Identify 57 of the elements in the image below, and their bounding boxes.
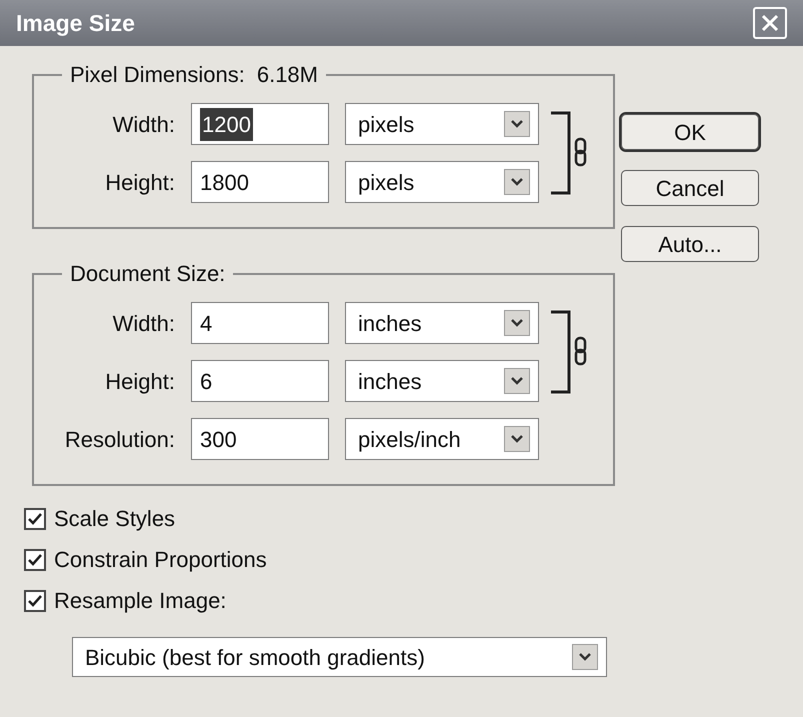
field-value: 300 bbox=[200, 426, 237, 454]
unit-dropdown[interactable]: pixels bbox=[345, 161, 539, 203]
unit-dropdown[interactable]: pixels/inch bbox=[345, 418, 539, 460]
checkbox-label: Resample Image: bbox=[54, 587, 226, 615]
dropdown-arrow-button[interactable] bbox=[504, 111, 530, 137]
chevron-down-icon bbox=[510, 376, 524, 386]
checkbox-label: Scale Styles bbox=[54, 505, 176, 533]
input-field[interactable]: 300 bbox=[191, 418, 329, 460]
group-title: Pixel Dimensions: bbox=[70, 61, 245, 89]
chevron-down-icon bbox=[578, 652, 592, 662]
field-label: Resolution: bbox=[64, 426, 175, 454]
input-field[interactable]: 4 bbox=[191, 302, 329, 344]
chevron-down-icon bbox=[510, 434, 524, 444]
checkbox[interactable] bbox=[24, 508, 46, 530]
checkmark-icon bbox=[27, 594, 43, 608]
unit-label: inches bbox=[358, 368, 422, 396]
close-icon bbox=[761, 14, 779, 32]
resample-dropdown[interactable]: Bicubic (best for smooth gradients) bbox=[72, 637, 607, 677]
close-button[interactable] bbox=[753, 7, 787, 39]
checkmark-icon bbox=[27, 552, 43, 566]
input-field[interactable]: 1800 bbox=[191, 161, 329, 203]
unit-label: pixels bbox=[358, 110, 414, 139]
field-label: Width: bbox=[112, 310, 175, 338]
chevron-down-icon bbox=[510, 177, 524, 187]
unit-dropdown[interactable]: pixels bbox=[345, 103, 539, 145]
unit-dropdown[interactable]: inches bbox=[345, 302, 539, 344]
unit-label: pixels bbox=[358, 168, 414, 197]
input-field[interactable]: 6 bbox=[191, 360, 329, 402]
dialog-button[interactable]: OK bbox=[621, 114, 759, 150]
unit-label: pixels/inch bbox=[358, 426, 461, 454]
input-field[interactable]: 1200 bbox=[191, 103, 329, 145]
chevron-down-icon bbox=[510, 318, 524, 328]
field-value: 4 bbox=[200, 310, 212, 338]
dialog-button[interactable]: Cancel bbox=[621, 170, 759, 206]
field-label: Width: bbox=[112, 110, 175, 138]
window-title: Image Size bbox=[16, 8, 135, 38]
chevron-down-icon bbox=[510, 119, 524, 129]
field-label: Height: bbox=[104, 168, 175, 197]
field-value: 6 bbox=[200, 368, 212, 396]
field-value: 1200 bbox=[200, 108, 253, 140]
dropdown-arrow-button[interactable] bbox=[504, 368, 530, 394]
dropdown-arrow-button[interactable] bbox=[504, 310, 530, 336]
field-value: 1800 bbox=[200, 168, 249, 196]
dropdown-value: Bicubic (best for smooth gradients) bbox=[85, 644, 425, 672]
dropdown-arrow-button[interactable] bbox=[504, 426, 530, 452]
checkbox-label: Constrain Proportions bbox=[54, 546, 267, 574]
dialog-button[interactable]: Auto... bbox=[621, 226, 759, 262]
group-value: 6.18M bbox=[256, 61, 318, 89]
checkbox[interactable] bbox=[24, 548, 46, 570]
unit-label: inches bbox=[358, 310, 422, 338]
dropdown-arrow-button[interactable] bbox=[572, 644, 598, 670]
checkbox[interactable] bbox=[24, 590, 46, 612]
field-label: Height: bbox=[104, 368, 175, 396]
dropdown-arrow-button[interactable] bbox=[504, 169, 530, 195]
group-title: Document Size: bbox=[70, 260, 226, 288]
unit-dropdown[interactable]: inches bbox=[345, 360, 539, 402]
checkmark-icon bbox=[27, 512, 43, 526]
